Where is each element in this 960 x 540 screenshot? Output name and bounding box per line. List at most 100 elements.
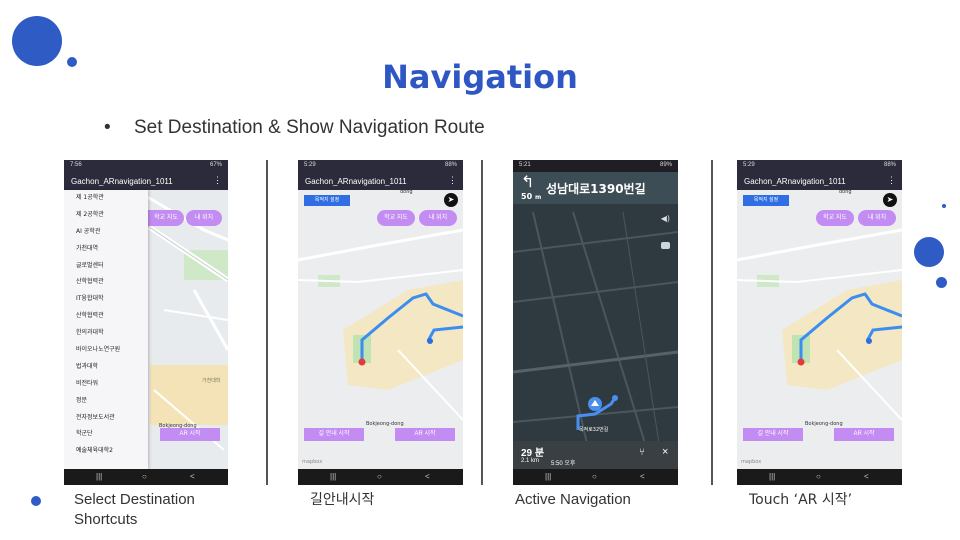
status-time: 5:29	[743, 162, 755, 168]
menu-item-destination[interactable]: 법과대학	[64, 359, 148, 376]
overflow-menu-icon[interactable]: ⋮	[213, 175, 222, 186]
turn-instruction-header: ↰ 50 m 성남대로1390번길	[513, 172, 678, 204]
overflow-menu-icon[interactable]: ⋮	[448, 175, 457, 186]
back-icon[interactable]: <	[190, 472, 195, 481]
route-options-icon[interactable]: ⑂	[639, 447, 645, 458]
route-start-button[interactable]: 길 안내 시작	[304, 428, 364, 441]
turn-left-icon: ↰	[521, 172, 535, 191]
caption-select-destination: Select Destination Shortcuts	[74, 490, 195, 530]
menu-item-destination[interactable]: 전자정보도서관	[64, 410, 148, 427]
my-location-button[interactable]: 내 위치	[419, 210, 457, 226]
menu-item-destination[interactable]: 산학협력관	[64, 308, 148, 325]
home-icon[interactable]: ○	[377, 472, 382, 481]
home-icon[interactable]: ○	[816, 472, 821, 481]
bullet-marker: •	[104, 117, 111, 138]
map-view: dong Bokjeong-dong 목적지 설정 ➤ 학교 지도 내 위치 길…	[298, 190, 463, 469]
recents-icon[interactable]: |||	[96, 472, 102, 481]
app-bar: Gachon_ARnavigation_1011 ⋮	[64, 172, 228, 190]
home-icon[interactable]: ○	[592, 472, 597, 481]
status-time: 5:29	[304, 162, 316, 168]
turn-distance: 50 m	[521, 192, 542, 201]
slide-title: Navigation	[382, 58, 578, 96]
map-label-campus: 가천대학	[202, 378, 221, 384]
menu-item-destination[interactable]: 학군단	[64, 426, 148, 443]
back-icon[interactable]: <	[425, 472, 430, 481]
route-start-button[interactable]: 길 안내 시작	[743, 428, 803, 441]
menu-item-destination[interactable]: 가천대역	[64, 241, 148, 258]
battery-level: 88%	[444, 162, 457, 168]
phone-screenshot-active-navigation: 목적로32번길 ↰ 50 m 성남대로1390번길 ◀) 29 분 2.1 km…	[513, 160, 678, 485]
system-nav-bar: ||| ○ <	[513, 469, 678, 485]
destination-menu: 제 1공학관 제 2공학관 AI 공학관 가천대역 글로벌센터 산학협력관 IT…	[64, 190, 148, 469]
map-label-district: Bokjeong-dong	[366, 421, 404, 427]
volume-icon[interactable]: ◀)	[661, 214, 670, 223]
menu-item-destination[interactable]: 정문	[64, 393, 148, 410]
system-nav-bar: ||| ○ <	[737, 469, 902, 485]
system-nav-bar: ||| ○ <	[64, 469, 228, 485]
school-map-button[interactable]: 학교 지도	[377, 210, 415, 226]
status-bar: 5:21 89%	[513, 160, 678, 172]
divider-1	[266, 160, 268, 485]
map-credit: mapbox	[302, 459, 323, 465]
divider-3	[711, 160, 713, 485]
map-label-dong: dong	[839, 190, 852, 195]
phone-screenshot-ar-start: dong Bokjeong-dong 목적지 설정 ➤ 학교 지도 내 위치 길…	[737, 160, 902, 485]
menu-item-destination[interactable]: 비전타워	[64, 376, 148, 393]
arrival-time: 5:50 오후	[551, 461, 576, 467]
map-label-dong: dong	[400, 190, 413, 195]
app-bar: Gachon_ARnavigation_1011 ⋮	[298, 172, 463, 190]
compass-icon[interactable]: ➤	[444, 193, 458, 207]
chat-report-icon[interactable]	[661, 242, 670, 249]
back-icon[interactable]: <	[640, 472, 645, 481]
battery-level: 88%	[883, 162, 896, 168]
street-name: 성남대로1390번길	[546, 182, 646, 196]
eta-minutes: 29 분	[521, 448, 545, 459]
caption-touch-ar: Touch ‘AR 시작’	[749, 492, 853, 508]
recents-icon[interactable]: |||	[769, 472, 775, 481]
map-credit: mapbox	[741, 459, 762, 465]
school-map-button[interactable]: 학교 지도	[148, 210, 184, 226]
overflow-menu-icon[interactable]: ⋮	[887, 175, 896, 186]
ar-start-button[interactable]: AR 시작	[395, 428, 455, 441]
my-location-button[interactable]: 내 위치	[858, 210, 896, 226]
decor-dot-right-tiny	[942, 204, 946, 208]
bullet-text: Set Destination & Show Navigation Route	[134, 117, 485, 138]
compass-icon[interactable]: ➤	[883, 193, 897, 207]
back-icon[interactable]: <	[864, 472, 869, 481]
battery-level: 67%	[209, 162, 222, 168]
decor-dot-caption	[31, 496, 41, 506]
app-title: Gachon_ARnavigation_1011	[305, 177, 407, 186]
menu-item-destination[interactable]: 산학협력관	[64, 274, 148, 291]
menu-item-destination[interactable]: IT융합대학	[64, 291, 148, 308]
status-bar: 7:56 67%	[64, 160, 228, 172]
dark-map-roads	[513, 172, 678, 469]
caption-route-start: 길안내시작	[310, 492, 375, 508]
status-time: 7:56	[70, 162, 82, 168]
trip-summary: 29 분 2.1 km 5:50 오후 ⑂ ×	[513, 441, 678, 469]
home-icon[interactable]: ○	[142, 472, 147, 481]
ar-start-button[interactable]: AR 시작	[834, 428, 894, 441]
caption-line: Shortcuts	[74, 511, 138, 528]
decor-dot-right-medium	[914, 237, 944, 267]
dark-map-view: 목적로32번길	[513, 172, 678, 469]
system-nav-bar: ||| ○ <	[298, 469, 463, 485]
menu-item-destination[interactable]: 제 1공학관	[64, 190, 148, 207]
recents-icon[interactable]: |||	[330, 472, 336, 481]
menu-item-destination[interactable]: AI 공학관	[64, 224, 148, 241]
recents-icon[interactable]: |||	[545, 472, 551, 481]
caption-line: Select Destination	[74, 491, 195, 508]
menu-item-destination[interactable]: 제 2공학관	[64, 207, 148, 224]
my-location-button[interactable]: 내 위치	[186, 210, 222, 226]
menu-item-destination[interactable]: 글로벌센터	[64, 258, 148, 275]
map-view: dong Bokjeong-dong 목적지 설정 ➤ 학교 지도 내 위치 길…	[737, 190, 902, 469]
close-icon[interactable]: ×	[662, 446, 668, 458]
set-destination-button[interactable]: 목적지 설정	[743, 195, 789, 206]
phone-screenshot-route: dong Bokjeong-dong 목적지 설정 ➤ 학교 지도 내 위치 길…	[298, 160, 463, 485]
map-label-district: Bokjeong-dong	[805, 421, 843, 427]
menu-item-destination[interactable]: 바이오나노연구원	[64, 342, 148, 359]
menu-item-destination[interactable]: 한의과대학	[64, 325, 148, 342]
set-destination-button[interactable]: 목적지 설정	[304, 195, 350, 206]
menu-item-destination[interactable]: 예술체육대학2	[64, 443, 148, 460]
school-map-button[interactable]: 학교 지도	[816, 210, 854, 226]
ar-start-button[interactable]: AR 시작	[160, 428, 220, 441]
